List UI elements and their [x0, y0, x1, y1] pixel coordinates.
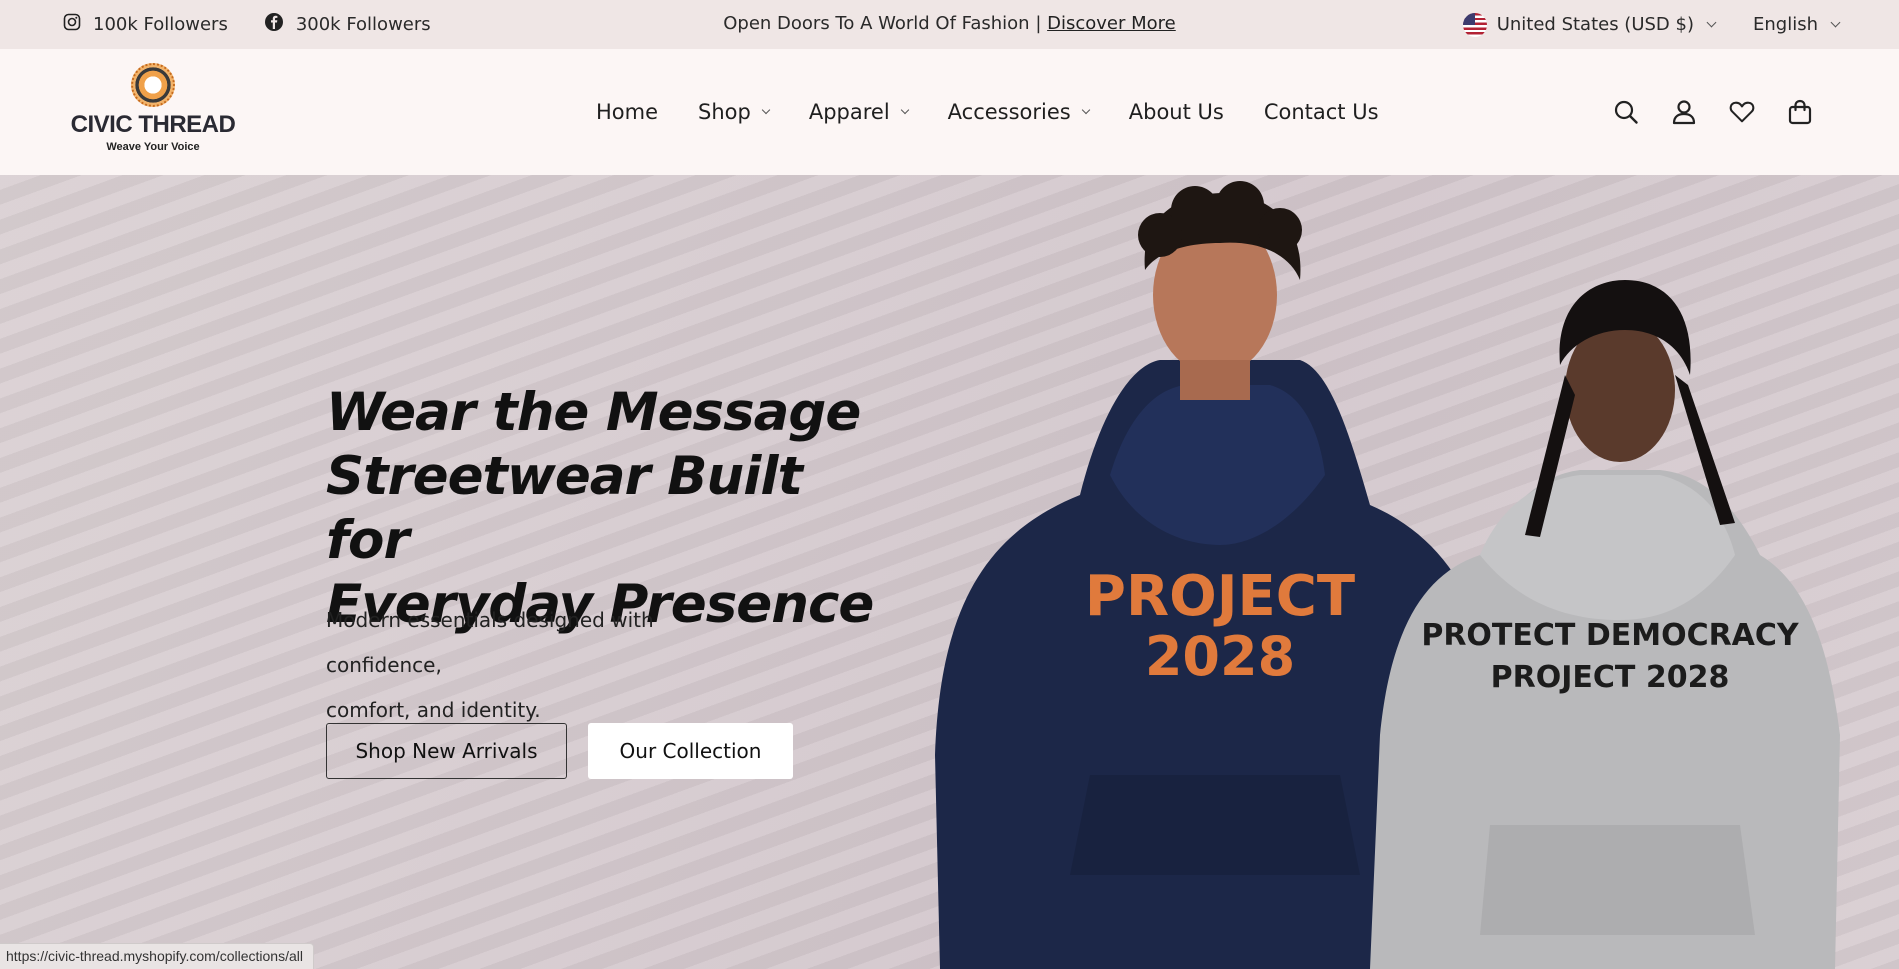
logo-mark-icon [131, 63, 175, 107]
currency-label: United States (USD $) [1496, 14, 1694, 35]
shop-new-arrivals-button[interactable]: Shop New Arrivals [326, 723, 567, 779]
hero-subtitle-line: Modern essentials designed with confiden… [326, 608, 654, 677]
our-collection-button[interactable]: Our Collection [588, 723, 793, 779]
model-right: PROTECT DEMOCRACY PROJECT 2028 [1370, 280, 1840, 969]
hero-subtitle: Modern essentials designed with confiden… [326, 598, 746, 733]
hoodie-left-text: PROJECT [1085, 564, 1355, 629]
locale-selectors: United States (USD $) English [1462, 0, 1841, 49]
nav-apparel[interactable]: Apparel [808, 100, 909, 124]
nav-home[interactable]: Home [596, 100, 658, 124]
hoodie-left-text: 2028 [1145, 625, 1295, 688]
cart-icon[interactable] [1787, 99, 1813, 125]
hero-title-line: Streetwear Built for [326, 446, 803, 571]
hoodie-right-text: PROJECT 2028 [1491, 660, 1730, 695]
nav-shop[interactable]: Shop [698, 100, 771, 124]
wishlist-icon[interactable] [1729, 99, 1755, 125]
logo-name: CIVIC THREAD [70, 111, 236, 138]
nav-contact-us[interactable]: Contact Us [1264, 100, 1379, 124]
chevron-down-icon [1706, 17, 1717, 28]
chevron-down-icon [1081, 105, 1090, 115]
header-actions [1613, 49, 1813, 175]
announcement-message: Open Doors To A World Of Fashion | [723, 13, 1042, 34]
hero-models-image: PROJECT 2028 PROTECT DEMOCRACY PROJECT 2… [935, 181, 1840, 969]
hero-title-line: Wear the Message [326, 382, 861, 443]
hero-banner: Wear the Message Streetwear Built for Ev… [0, 175, 1899, 969]
nav-label: Home [596, 100, 659, 124]
nav-label: About Us [1128, 100, 1224, 124]
status-bar-url: https://civic-thread.myshopify.com/colle… [0, 943, 314, 969]
logo[interactable]: CIVIC THREAD Weave Your Voice [68, 63, 238, 153]
us-flag-icon [1462, 12, 1487, 37]
hoodie-right-text: PROTECT DEMOCRACY [1421, 618, 1800, 653]
chevron-down-icon [900, 105, 909, 115]
site-header: CIVIC THREAD Weave Your Voice Home Shop … [0, 49, 1899, 175]
language-label: English [1753, 14, 1818, 35]
nav-accessories[interactable]: Accessories [947, 100, 1090, 124]
main-nav: Home Shop Apparel Accessories About Us C… [596, 49, 1379, 175]
nav-label: Contact Us [1263, 100, 1379, 124]
chevron-down-icon [761, 105, 771, 115]
chevron-down-icon [1830, 17, 1841, 28]
nav-about-us[interactable]: About Us [1129, 100, 1224, 124]
nav-label: Accessories [947, 100, 1071, 124]
hero-subtitle-line: comfort, and identity. [326, 698, 541, 722]
discover-more-link[interactable]: Discover More [1047, 13, 1176, 34]
nav-label: Apparel [808, 100, 890, 124]
language-selector[interactable]: English [1753, 14, 1841, 35]
announcement-bar: 100k Followers 300k Followers Open Doors… [0, 0, 1899, 49]
logo-tagline: Weave Your Voice [106, 141, 200, 153]
nav-label: Shop [698, 100, 751, 124]
account-icon[interactable] [1671, 99, 1697, 125]
search-icon[interactable] [1613, 99, 1639, 125]
currency-selector[interactable]: United States (USD $) [1462, 12, 1717, 37]
